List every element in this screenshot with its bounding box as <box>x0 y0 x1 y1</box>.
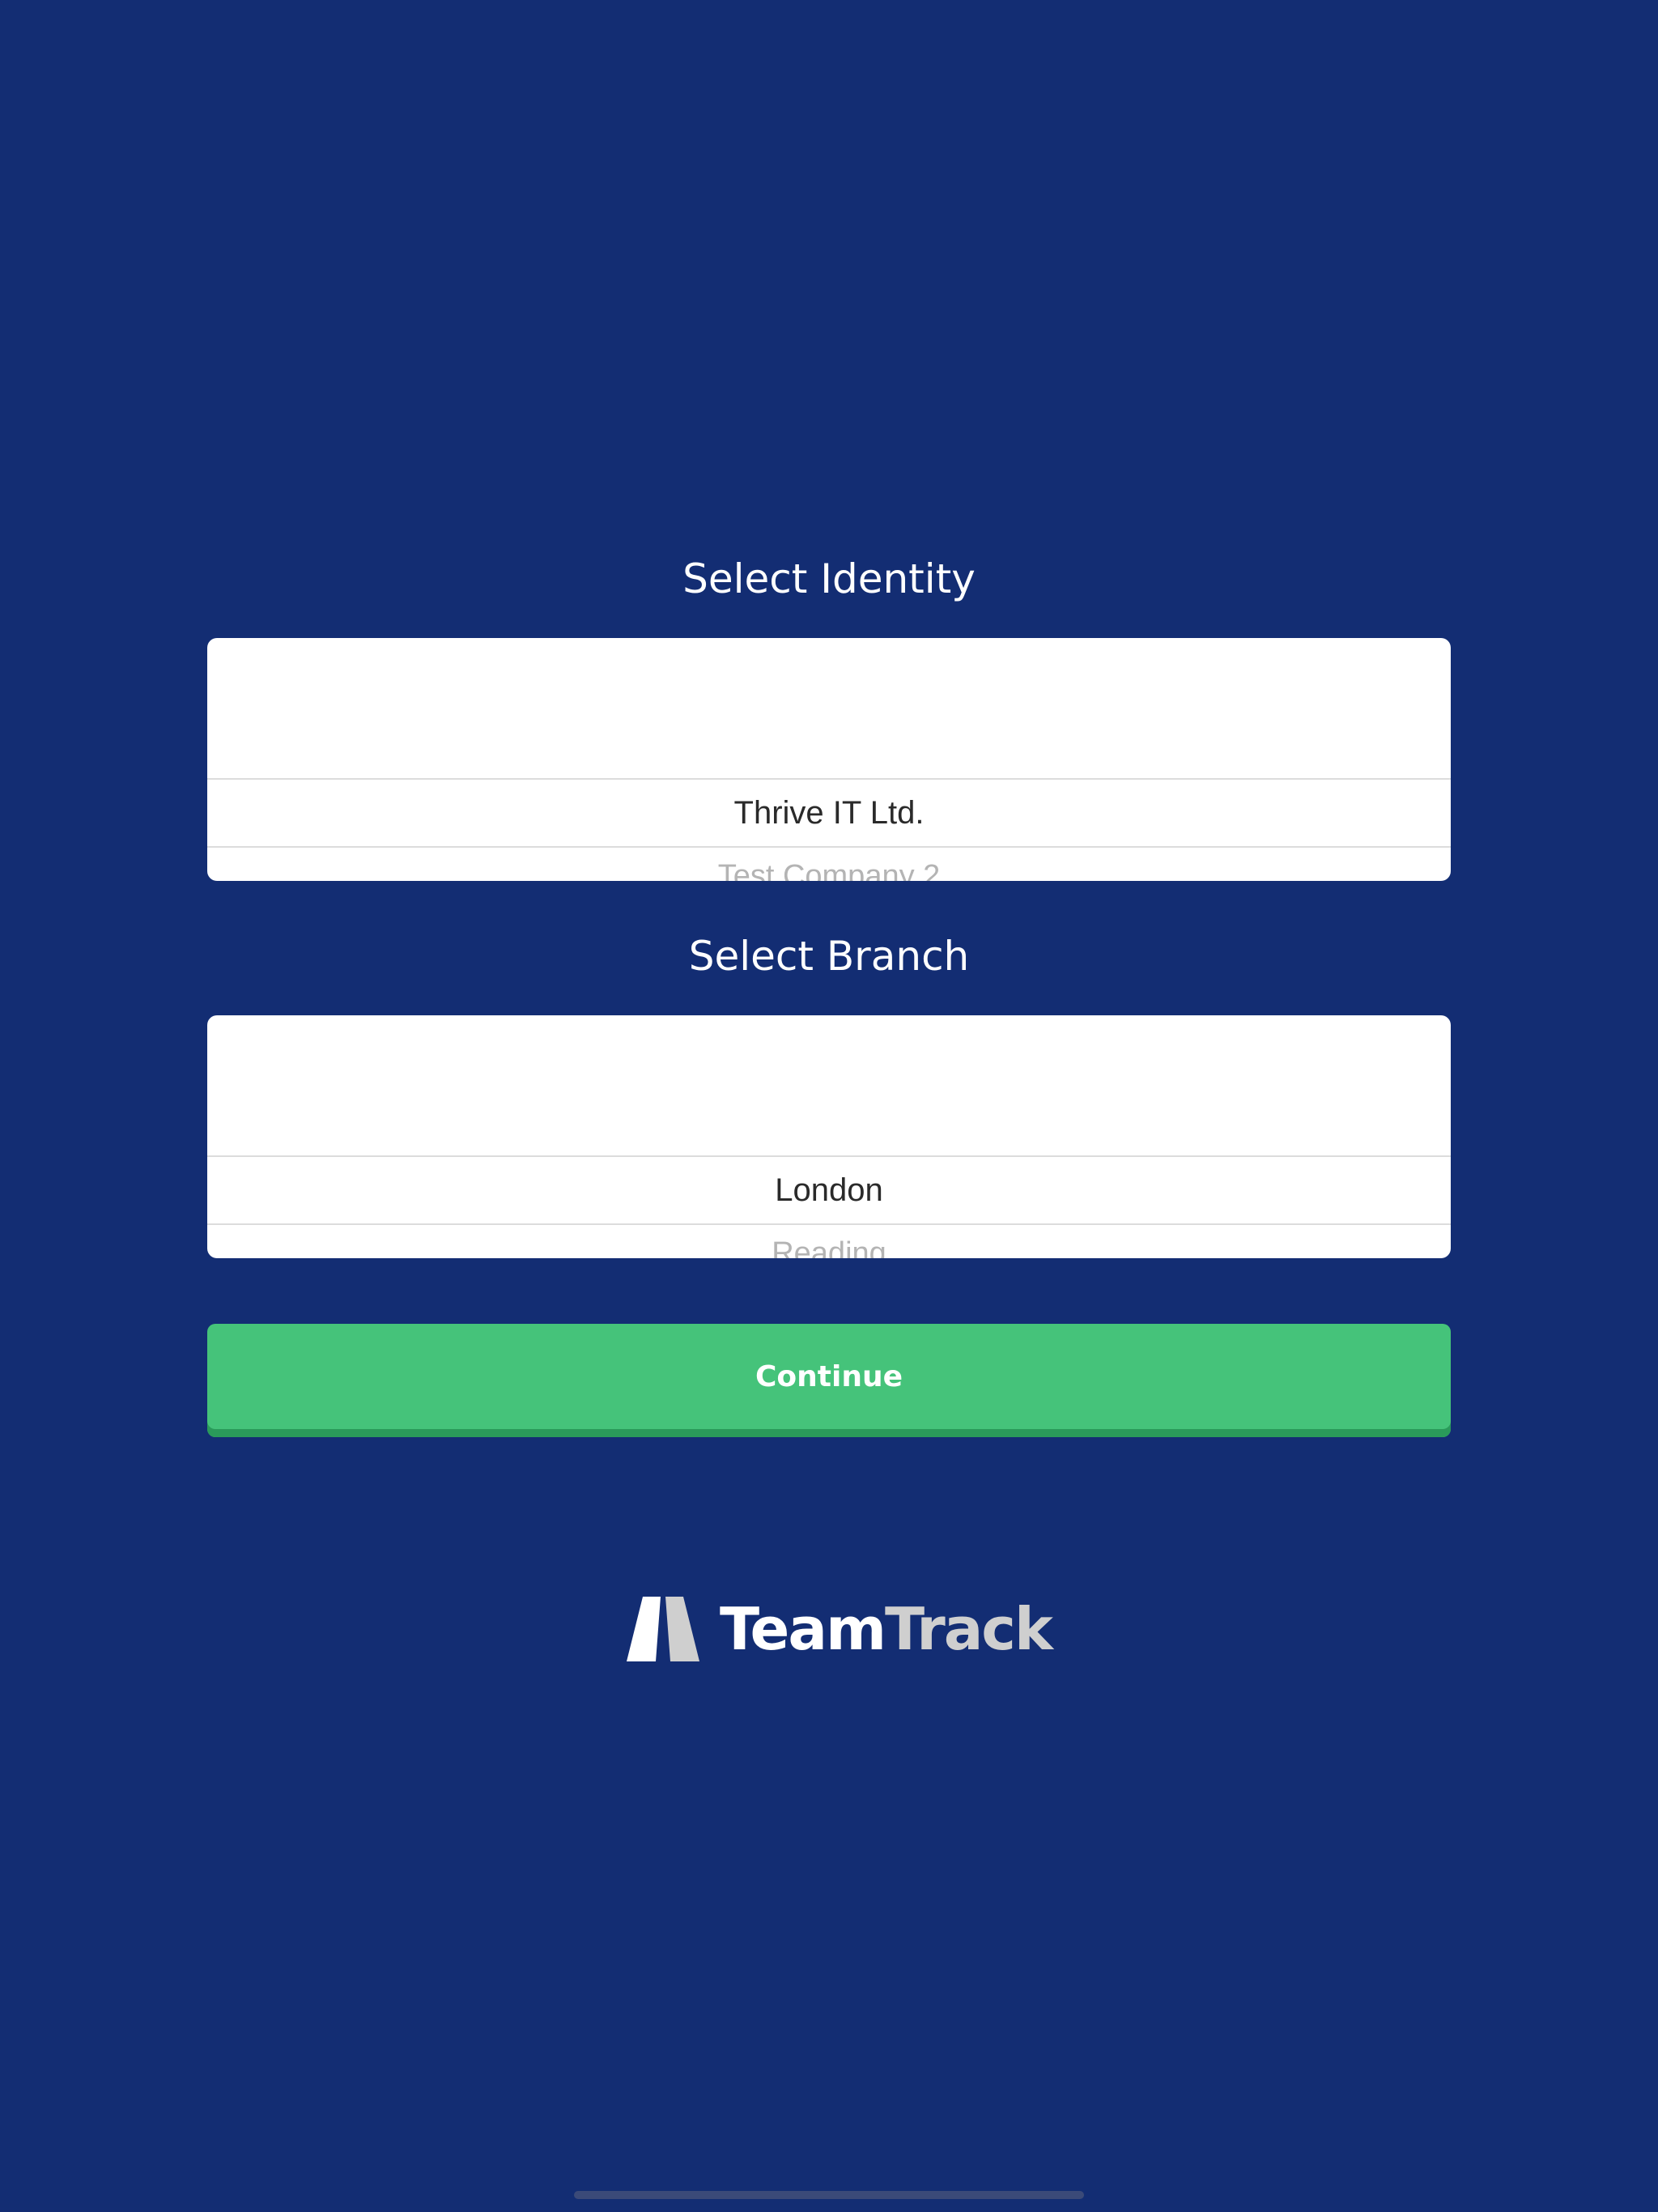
identity-option-selected[interactable]: Thrive IT Ltd. <box>207 778 1451 848</box>
brand-name-part1: Team <box>720 1595 886 1663</box>
teamtrack-logo: TeamTrack <box>627 1595 1053 1668</box>
identity-option-next[interactable]: Test Company 2 <box>207 848 1451 881</box>
select-branch-title: Select Branch <box>688 933 970 980</box>
branch-picker[interactable]: London Reading <box>207 1015 1451 1258</box>
home-indicator[interactable] <box>574 2191 1084 2199</box>
continue-button[interactable]: Continue <box>207 1324 1451 1437</box>
brand-name: TeamTrack <box>720 1595 1053 1663</box>
identity-picker[interactable]: Thrive IT Ltd. Test Company 2 <box>207 638 1451 881</box>
select-identity-title: Select Identity <box>682 555 976 602</box>
road-logo-icon <box>627 1597 699 1661</box>
branch-option-next[interactable]: Reading <box>207 1225 1451 1258</box>
brand-name-part2: Track <box>885 1595 1053 1663</box>
branch-option-selected[interactable]: London <box>207 1155 1451 1225</box>
